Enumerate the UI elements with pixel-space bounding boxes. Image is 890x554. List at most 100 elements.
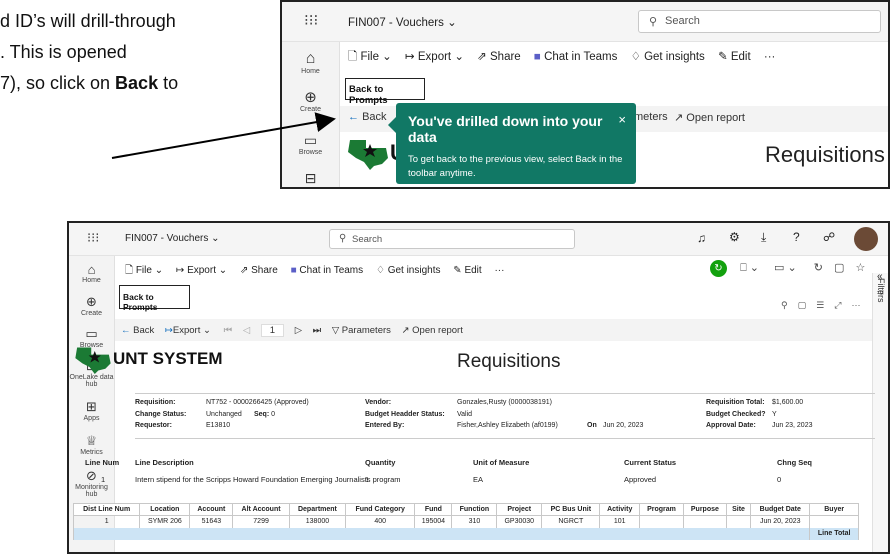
help-icon[interactable]: ? [793, 230, 800, 244]
rail-browse[interactable]: ▭ Browse [282, 132, 339, 156]
command-bar: 🗋 File ⌄ ↦ Export ⌄ ⇗ Share ■ Chat in Te… [125, 263, 514, 280]
table-cell: 101 [599, 515, 641, 528]
chat-in-teams-button[interactable]: ■ Chat in Teams [291, 265, 364, 276]
pin-icon[interactable]: ⚲ [781, 300, 788, 310]
back-button[interactable]: ← Back [121, 325, 154, 336]
column-header: Project [496, 503, 543, 516]
avatar[interactable] [854, 227, 878, 251]
export-menu[interactable]: ↦ Export ⌄ [176, 265, 227, 276]
app-launcher-icon[interactable]: ⁝⁝⁝ [87, 230, 99, 246]
download-icon[interactable]: ⤓ [761, 230, 766, 245]
share-button[interactable]: ⇗ Share [240, 265, 278, 276]
more-button[interactable]: ··· [764, 51, 776, 63]
export-icon: ↦ [164, 325, 173, 336]
back-arrow-icon: ← [121, 325, 131, 336]
column-header: Budget Date [750, 503, 811, 516]
chng-seq-header: Chng Seq [777, 458, 812, 467]
parameters-button[interactable]: ▽ Parameters [332, 325, 391, 336]
report-title-menu[interactable]: FIN007 - Vouchers ⌄ [125, 233, 220, 244]
column-header: Fund Category [345, 503, 416, 516]
apps-icon: ⊞ [86, 399, 97, 414]
edit-button[interactable]: ✎ Edit [453, 265, 481, 276]
get-insights-button[interactable]: ♢ Get insights [631, 49, 705, 63]
view-icon[interactable]: ▭ ⌄ [774, 262, 797, 274]
reload-icon[interactable]: ↻ [814, 262, 823, 274]
export-button[interactable]: ↦Export ⌄ [165, 325, 211, 336]
rail-home[interactable]: ⌂ Home [282, 50, 339, 75]
back-to-prompts-button[interactable]: Back to Prompts [345, 78, 425, 106]
folder-icon: ▭ [85, 326, 98, 341]
focus-icon[interactable]: ⤢ [834, 300, 841, 310]
left-rail: ⌂ Home ⊕ Create ▭ Browse ⊟ [282, 42, 340, 187]
app-header: ⁝⁝⁝ FIN007 - Vouchers ⌄ ⚲ Search ♫ ⚙ ⤓ ?… [69, 223, 888, 256]
first-page-button[interactable]: ⏮ [224, 325, 233, 336]
get-insights-button[interactable]: ♢ Get insights [376, 265, 441, 276]
back-button[interactable]: ← Back [348, 111, 387, 123]
column-header: Purpose [682, 503, 727, 516]
rail-apps[interactable]: ⊞ Apps [69, 399, 114, 422]
back-arrow-icon: ← [348, 111, 359, 123]
filter-icon: ▽ [331, 325, 340, 336]
rail-onelake[interactable]: ⊟ [282, 170, 339, 187]
next-page-button[interactable]: ▷ [295, 325, 302, 336]
bookmark-icon[interactable]: ⎕ ⌄ [740, 262, 759, 274]
table-cell: SYMR 206 [139, 515, 191, 528]
open-report-button[interactable]: ↗ Open report [402, 325, 463, 336]
trophy-icon: ♕ [85, 433, 98, 448]
column-header: Program [639, 503, 684, 516]
table-cell: 195004 [414, 515, 453, 528]
search-input[interactable]: ⚲ Search [638, 10, 881, 33]
edit-button[interactable]: ✎ Edit [718, 49, 751, 63]
file-menu[interactable]: 🗋 File ⌄ [348, 49, 392, 68]
command-bar: 🗋 File ⌄ ↦ Export ⌄ ⇗ Share ■ Chat in Te… [348, 49, 785, 68]
unt-logo: UNT SYSTEM [73, 344, 223, 374]
search-icon: ⚲ [649, 16, 658, 28]
line-num-header: Line Num [85, 458, 120, 467]
doc-line-2: . This is opened [0, 42, 127, 62]
page-number-input[interactable]: 1 [260, 324, 285, 337]
rail-monitoring[interactable]: ⊘ Monitoring hub [69, 468, 114, 498]
copy-icon[interactable]: ▢ [798, 300, 807, 310]
last-page-button[interactable]: ⏭ [313, 325, 322, 336]
open-report-button[interactable]: ↗ Open report [674, 111, 745, 124]
search-input[interactable]: ⚲ Search [329, 229, 575, 249]
table-cell: GP30030 [496, 515, 543, 528]
close-icon[interactable]: × [618, 112, 626, 127]
rail-create[interactable]: ⊕ Create [69, 294, 114, 317]
table-cell: 1 [72, 515, 141, 528]
doc-line-1: d ID’s will drill-through [0, 11, 176, 31]
prev-page-button[interactable]: ◁ [243, 325, 250, 336]
feedback-icon[interactable]: ☍ [823, 230, 835, 244]
gear-icon[interactable]: ⚙ [729, 230, 740, 244]
teams-icon: ■ [533, 51, 541, 63]
quantity-header: Quantity [365, 458, 396, 467]
file-menu[interactable]: 🗋 File ⌄ [125, 263, 163, 280]
chat-in-teams-button[interactable]: ■ Chat in Teams [534, 51, 617, 63]
report-title: Requisitions [457, 351, 561, 372]
share-button[interactable]: ⇗ Share [477, 49, 521, 63]
rail-metrics[interactable]: ♕ Metrics [69, 433, 114, 456]
filter-icon[interactable]: ☰ [816, 300, 824, 310]
refresh-status-icon[interactable]: ↻ [710, 260, 727, 277]
back-to-prompts-button[interactable]: Back to Prompts [119, 285, 190, 312]
more-button[interactable]: ··· [494, 265, 504, 276]
data-hub-icon: ⊟ [304, 170, 317, 186]
info-col-2: Vendor: Gonzales,Rusty (0000038191) Budge… [365, 399, 644, 429]
parameters-button[interactable]: meters [634, 111, 668, 123]
report-title-menu[interactable]: FIN007 - Vouchers ⌄ [348, 15, 457, 29]
line-total-row: Line Total [72, 527, 859, 540]
rail-home[interactable]: ⌂ Home [69, 262, 114, 284]
favorite-icon[interactable]: ☆ [855, 262, 865, 274]
bell-icon[interactable]: ♫ [697, 231, 706, 245]
monitor-icon: ⊘ [86, 468, 97, 483]
comment-icon[interactable]: ▢ [834, 262, 844, 274]
more-options-icon[interactable]: ··· [851, 300, 860, 310]
info-col-1: Requisition: NT752 - 0000266425 (Approved… [135, 399, 309, 429]
rail-create[interactable]: ⊕ Create [282, 88, 339, 113]
table-row: 1 SYMR 206 51643 7299 138000 400 195004 310 GP30… [72, 515, 859, 528]
export-menu[interactable]: ↦ Export ⌄ [405, 49, 464, 63]
home-icon: ⌂ [305, 50, 316, 67]
tooltip-caret [388, 117, 396, 133]
filters-label[interactable]: Filters [876, 278, 886, 303]
app-launcher-icon[interactable]: ⁝⁝⁝ [304, 11, 318, 29]
